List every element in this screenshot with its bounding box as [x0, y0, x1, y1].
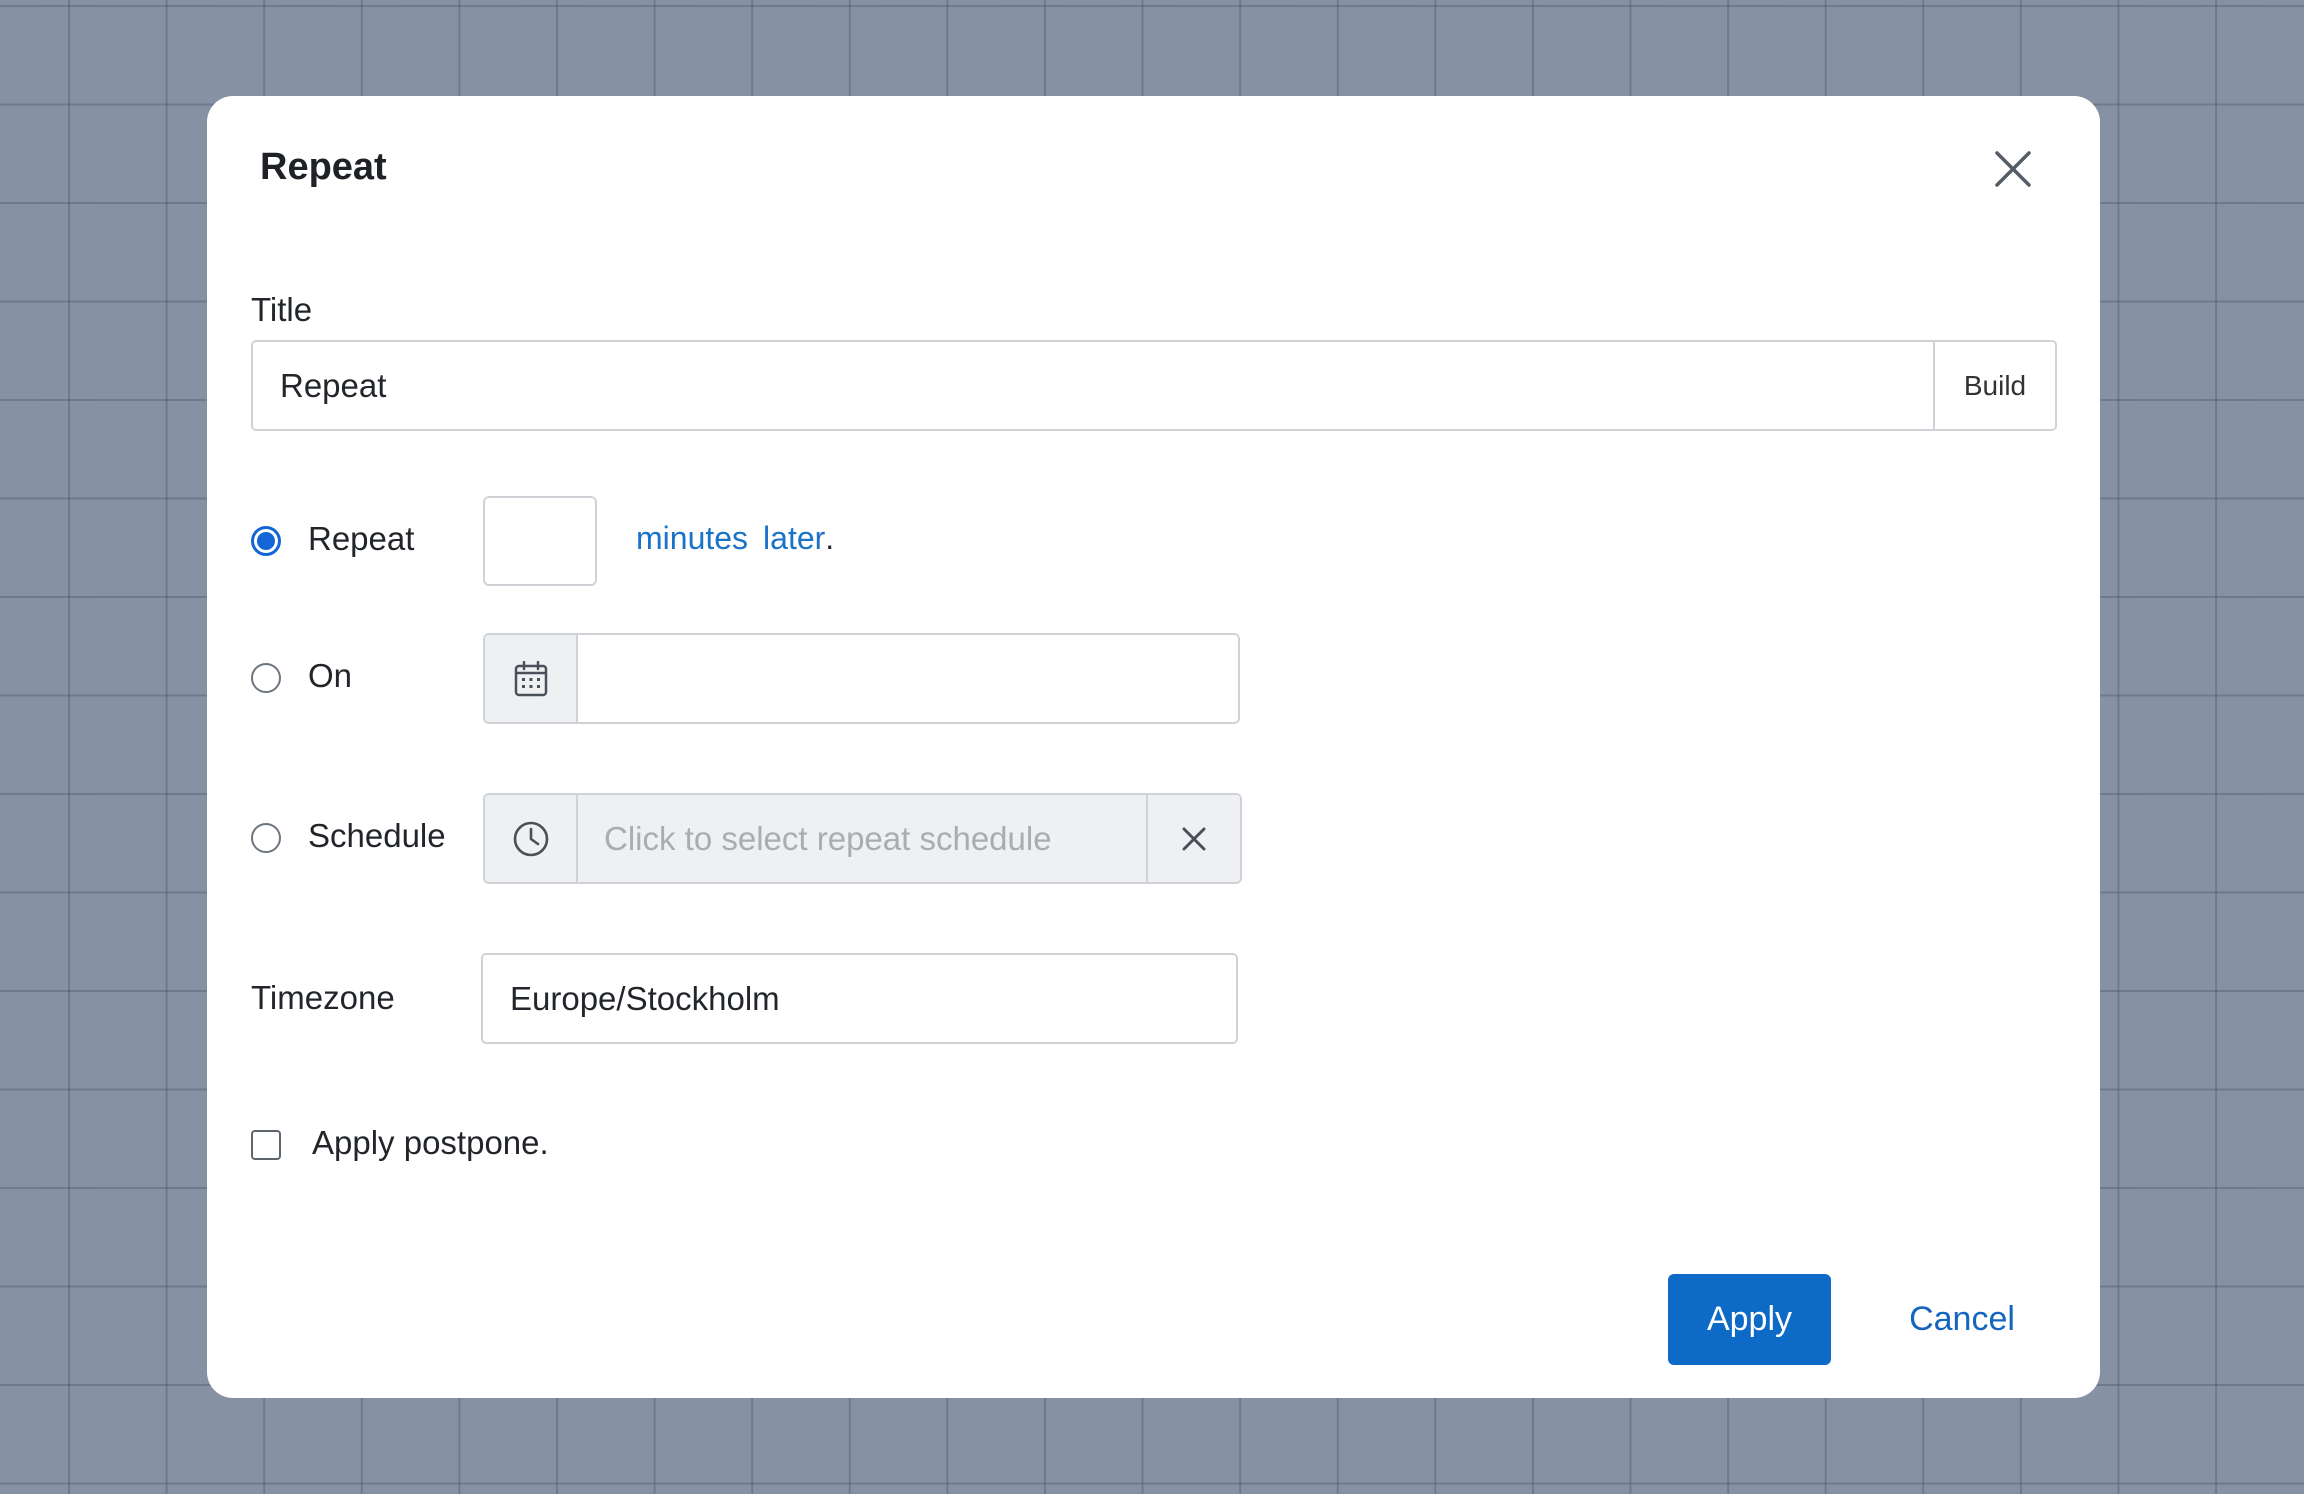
repeat-radio[interactable] [251, 526, 281, 556]
later-link[interactable]: later [763, 520, 825, 557]
title-label: Title [251, 291, 313, 328]
on-date-input[interactable] [578, 635, 1238, 722]
postpone-checkbox[interactable] [251, 1130, 281, 1160]
build-button[interactable]: Build [1933, 342, 2055, 429]
calendar-icon [514, 660, 547, 696]
apply-button[interactable]: Apply [1668, 1274, 1831, 1365]
repeat-option-label: Repeat [308, 520, 415, 557]
minutes-input[interactable] [483, 496, 597, 586]
close-button[interactable] [1989, 145, 2037, 193]
schedule-clock-button[interactable] [485, 795, 578, 882]
schedule-group: Click to select repeat schedule [483, 793, 1242, 884]
on-radio[interactable] [251, 663, 281, 693]
clear-icon [1182, 827, 1206, 850]
repeat-suffix: . [825, 520, 835, 556]
title-input[interactable] [253, 342, 1933, 429]
calendar-button[interactable] [485, 635, 578, 722]
cancel-button[interactable]: Cancel [1887, 1274, 2037, 1365]
schedule-clear-button[interactable] [1146, 795, 1240, 882]
schedule-input[interactable]: Click to select repeat schedule [578, 795, 1146, 882]
clock-icon [513, 821, 548, 856]
on-option-label: On [308, 657, 353, 694]
title-input-group: Build [251, 340, 2057, 431]
schedule-option-label: Schedule [308, 817, 446, 854]
schedule-radio[interactable] [251, 823, 281, 853]
timezone-input[interactable] [481, 953, 1238, 1044]
close-icon [1995, 151, 2031, 187]
timezone-label: Timezone [251, 979, 395, 1016]
postpone-label: Apply postpone. [312, 1124, 549, 1161]
minutes-link[interactable]: minutes [636, 520, 748, 557]
repeat-dialog: Repeat Title Build Repeat minutes later … [207, 96, 2100, 1398]
on-date-group [483, 633, 1240, 724]
repeat-unit-text: minutes later . [636, 520, 834, 557]
dialog-title: Repeat [260, 146, 387, 188]
